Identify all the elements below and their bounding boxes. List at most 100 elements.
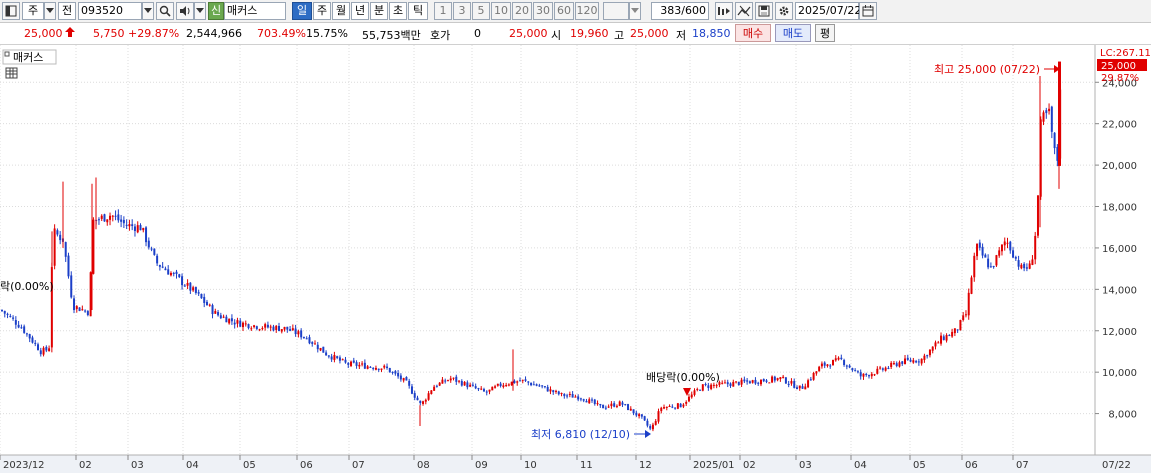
- candle-body: [685, 402, 688, 404]
- dropdown-arrow-icon[interactable]: [44, 2, 56, 20]
- x-tick-label: 11: [580, 460, 593, 471]
- candle-body: [1025, 267, 1028, 269]
- candle-body: [660, 407, 663, 412]
- candle-body: [261, 328, 264, 330]
- candle-body: [336, 356, 339, 359]
- date-field[interactable]: 2025/07/22: [795, 2, 861, 20]
- x-tick-label: 09: [475, 460, 488, 471]
- prev-button[interactable]: 전: [58, 2, 76, 20]
- candle-body: [710, 384, 713, 389]
- chart-type-icon[interactable]: [735, 2, 753, 20]
- candle-body: [690, 394, 693, 398]
- calendar-icon[interactable]: [859, 2, 877, 20]
- candle-body: [973, 255, 976, 278]
- candle-body: [230, 318, 233, 322]
- candle-body: [131, 224, 134, 226]
- period-month[interactable]: 월: [332, 2, 350, 20]
- interval-60[interactable]: 60: [554, 2, 574, 20]
- save-icon[interactable]: [755, 2, 773, 20]
- period-week[interactable]: 주: [313, 2, 331, 20]
- candle-body: [452, 377, 455, 379]
- candle-body: [81, 309, 84, 311]
- interval-5[interactable]: 5: [472, 2, 490, 20]
- candle-body: [1020, 264, 1023, 269]
- candle-body: [746, 380, 749, 382]
- candle-body: [818, 366, 821, 372]
- price-change: 5,750: [93, 27, 125, 40]
- candle-body: [466, 382, 469, 388]
- candle-body: [895, 363, 898, 366]
- low-annotation: 최저 6,810 (12/10): [531, 428, 630, 441]
- candle-body: [347, 363, 350, 365]
- chart-tools-icon[interactable]: [715, 2, 733, 20]
- code-dropdown-icon[interactable]: [142, 2, 154, 20]
- candle-body: [374, 367, 377, 370]
- candle-body: [300, 330, 303, 338]
- candle-body: [555, 390, 557, 392]
- window-icon[interactable]: [2, 2, 20, 20]
- count-field[interactable]: 383/600: [651, 2, 709, 20]
- candle-body: [879, 367, 882, 369]
- interval-20[interactable]: 20: [512, 2, 532, 20]
- interval-30[interactable]: 30: [533, 2, 553, 20]
- period-tick[interactable]: 틱: [408, 2, 428, 20]
- candle-body: [848, 365, 851, 368]
- candle-body: [577, 396, 580, 400]
- candle-body: [167, 269, 170, 275]
- speaker-dropdown-icon[interactable]: [194, 2, 206, 20]
- price-chart[interactable]: 8,000 10,000 12,000 14,000 16,000 18,000 20,00…: [0, 45, 1151, 473]
- candle-body: [934, 342, 937, 347]
- candle-body: [901, 361, 904, 364]
- candle-body: [970, 277, 973, 294]
- candle-body: [904, 358, 907, 365]
- candle-body: [294, 328, 297, 335]
- candle-body: [136, 225, 139, 233]
- stock-name-field[interactable]: 매커스: [224, 2, 286, 20]
- count-value: 383: [660, 4, 682, 17]
- period-year[interactable]: 년: [351, 2, 369, 20]
- candle-body: [998, 250, 1001, 256]
- period-day[interactable]: 일: [292, 2, 312, 20]
- interval-label: 5: [477, 4, 485, 17]
- candle-body: [109, 215, 112, 220]
- candle-body: [208, 304, 211, 306]
- average-button[interactable]: 평: [815, 24, 835, 42]
- candle-body: [945, 335, 948, 341]
- candle-body: [1028, 263, 1031, 269]
- interval-10[interactable]: 10: [491, 2, 511, 20]
- interval-3[interactable]: 3: [453, 2, 471, 20]
- x-tick-label: 04: [854, 460, 867, 471]
- candle-body: [14, 320, 17, 325]
- market-select[interactable]: 주: [22, 2, 44, 20]
- candle-body: [820, 363, 823, 367]
- candle-body: [405, 377, 408, 381]
- candle-body: [164, 268, 167, 271]
- period-minute[interactable]: 분: [370, 2, 388, 20]
- custom-interval-input[interactable]: [603, 2, 629, 20]
- candle-body: [532, 384, 535, 386]
- candle-body: [241, 322, 244, 328]
- buy-button[interactable]: 매수: [735, 24, 771, 42]
- code-input[interactable]: 093520: [78, 2, 142, 20]
- interval-1[interactable]: 1: [434, 2, 452, 20]
- candle-body: [449, 378, 452, 381]
- candle-body: [804, 386, 807, 390]
- candle-body: [624, 404, 627, 406]
- candle-body: [192, 287, 195, 291]
- candle-body: [964, 314, 967, 316]
- candle-body: [397, 372, 400, 377]
- candle-body: [507, 384, 510, 386]
- candle-body: [463, 381, 466, 386]
- candle-body: [546, 386, 549, 392]
- speaker-icon[interactable]: [176, 2, 194, 20]
- candle-body: [86, 311, 89, 316]
- period-second[interactable]: 초: [389, 2, 407, 20]
- gear-icon[interactable]: [775, 2, 793, 20]
- candle-body: [937, 342, 940, 344]
- interval-120[interactable]: 120: [575, 2, 599, 20]
- candle-body: [319, 347, 322, 351]
- search-icon[interactable]: [156, 2, 174, 20]
- custom-interval-dropdown-icon[interactable]: [629, 2, 641, 20]
- sell-button[interactable]: 매도: [775, 24, 811, 42]
- candle-body: [782, 376, 785, 378]
